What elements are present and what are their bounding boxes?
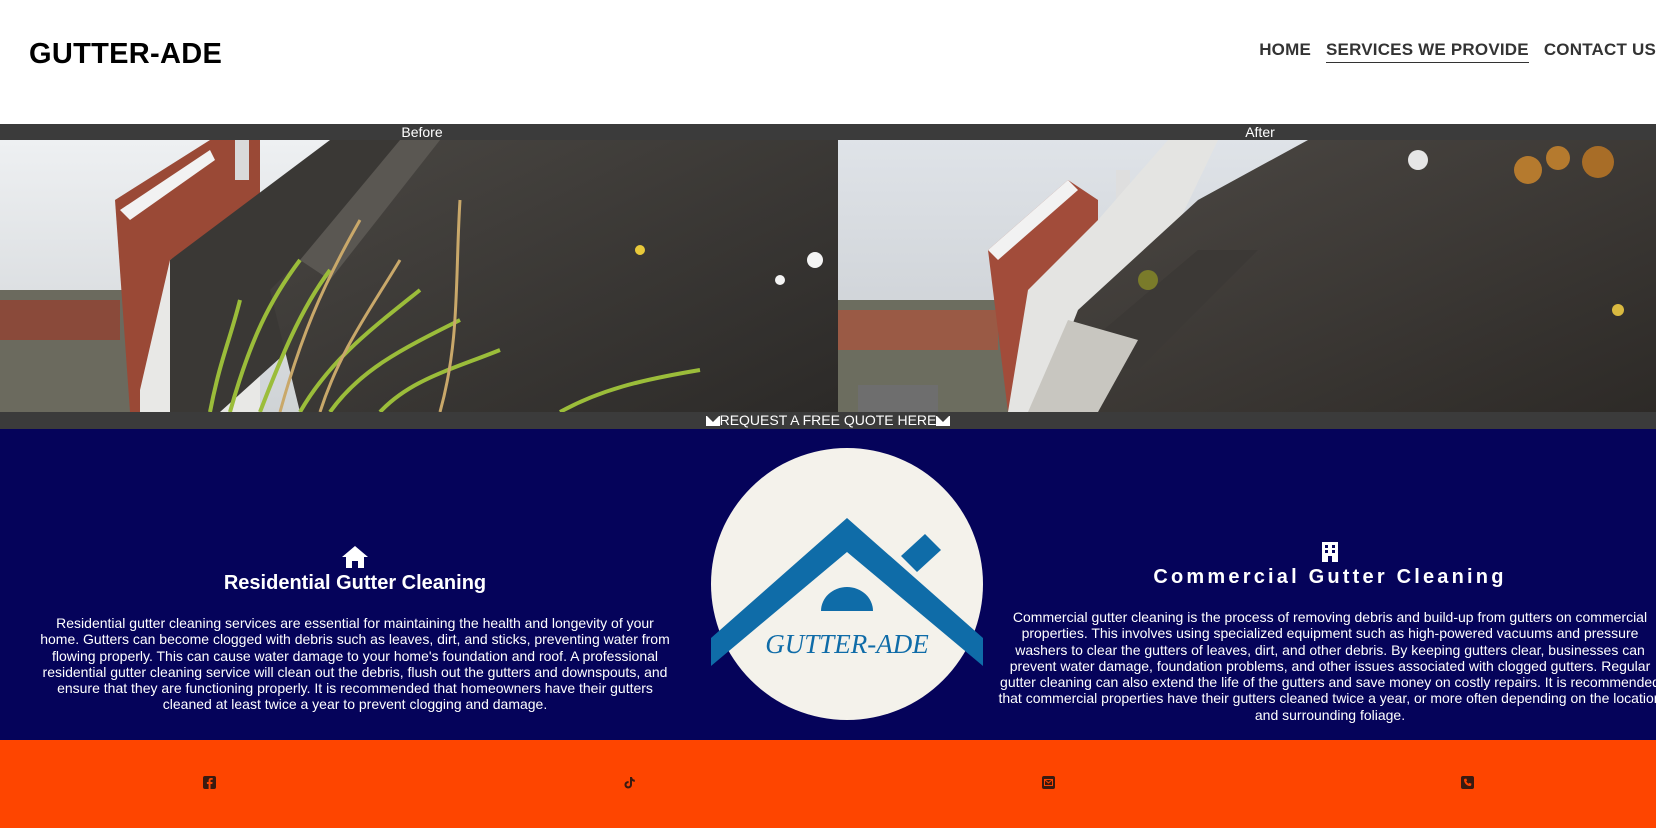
envelope-icon (705, 416, 720, 426)
services-section: Residential Gutter Cleaning Residential … (0, 429, 1656, 740)
nav-contact[interactable]: CONTACT US (1544, 39, 1656, 63)
before-after-gallery: Before After REQUEST A FREE QUOTE HERE (0, 124, 1656, 429)
after-photo (838, 140, 1656, 412)
main-nav: HOME SERVICES WE PROVIDE CONTACT US (1259, 39, 1656, 63)
request-quote-label: REQUEST A FREE QUOTE HERE (719, 412, 937, 428)
envelope-icon (936, 416, 951, 426)
before-photo (0, 140, 838, 412)
house-icon (342, 546, 368, 568)
before-label: Before (401, 124, 443, 140)
commercial-description: Commercial gutter cleaning is the proces… (998, 609, 1656, 723)
commercial-title: Commercial Gutter Cleaning (1153, 566, 1507, 588)
site-footer (0, 740, 1656, 828)
phone-icon[interactable] (1461, 776, 1474, 789)
request-quote-link[interactable]: REQUEST A FREE QUOTE HERE (0, 412, 1656, 429)
after-label: After (1245, 124, 1275, 140)
commercial-service: Commercial Gutter Cleaning Commercial gu… (998, 542, 1656, 723)
email-icon[interactable] (1042, 776, 1055, 789)
nav-home[interactable]: HOME (1259, 39, 1311, 63)
building-icon (1322, 542, 1338, 562)
site-header: GUTTER-ADE HOME SERVICES WE PROVIDE CONT… (0, 0, 1656, 124)
facebook-icon[interactable] (203, 776, 216, 789)
logo-text: GUTTER-ADE (765, 629, 929, 659)
nav-services[interactable]: SERVICES WE PROVIDE (1326, 39, 1529, 63)
residential-title: Residential Gutter Cleaning (223, 572, 487, 594)
residential-description: Residential gutter cleaning services are… (40, 615, 670, 713)
tiktok-icon[interactable] (623, 776, 636, 789)
residential-service: Residential Gutter Cleaning Residential … (40, 546, 670, 713)
gutter-ade-logo: GUTTER-ADE (711, 448, 983, 720)
brand-logo-text[interactable]: GUTTER-ADE (29, 38, 222, 71)
